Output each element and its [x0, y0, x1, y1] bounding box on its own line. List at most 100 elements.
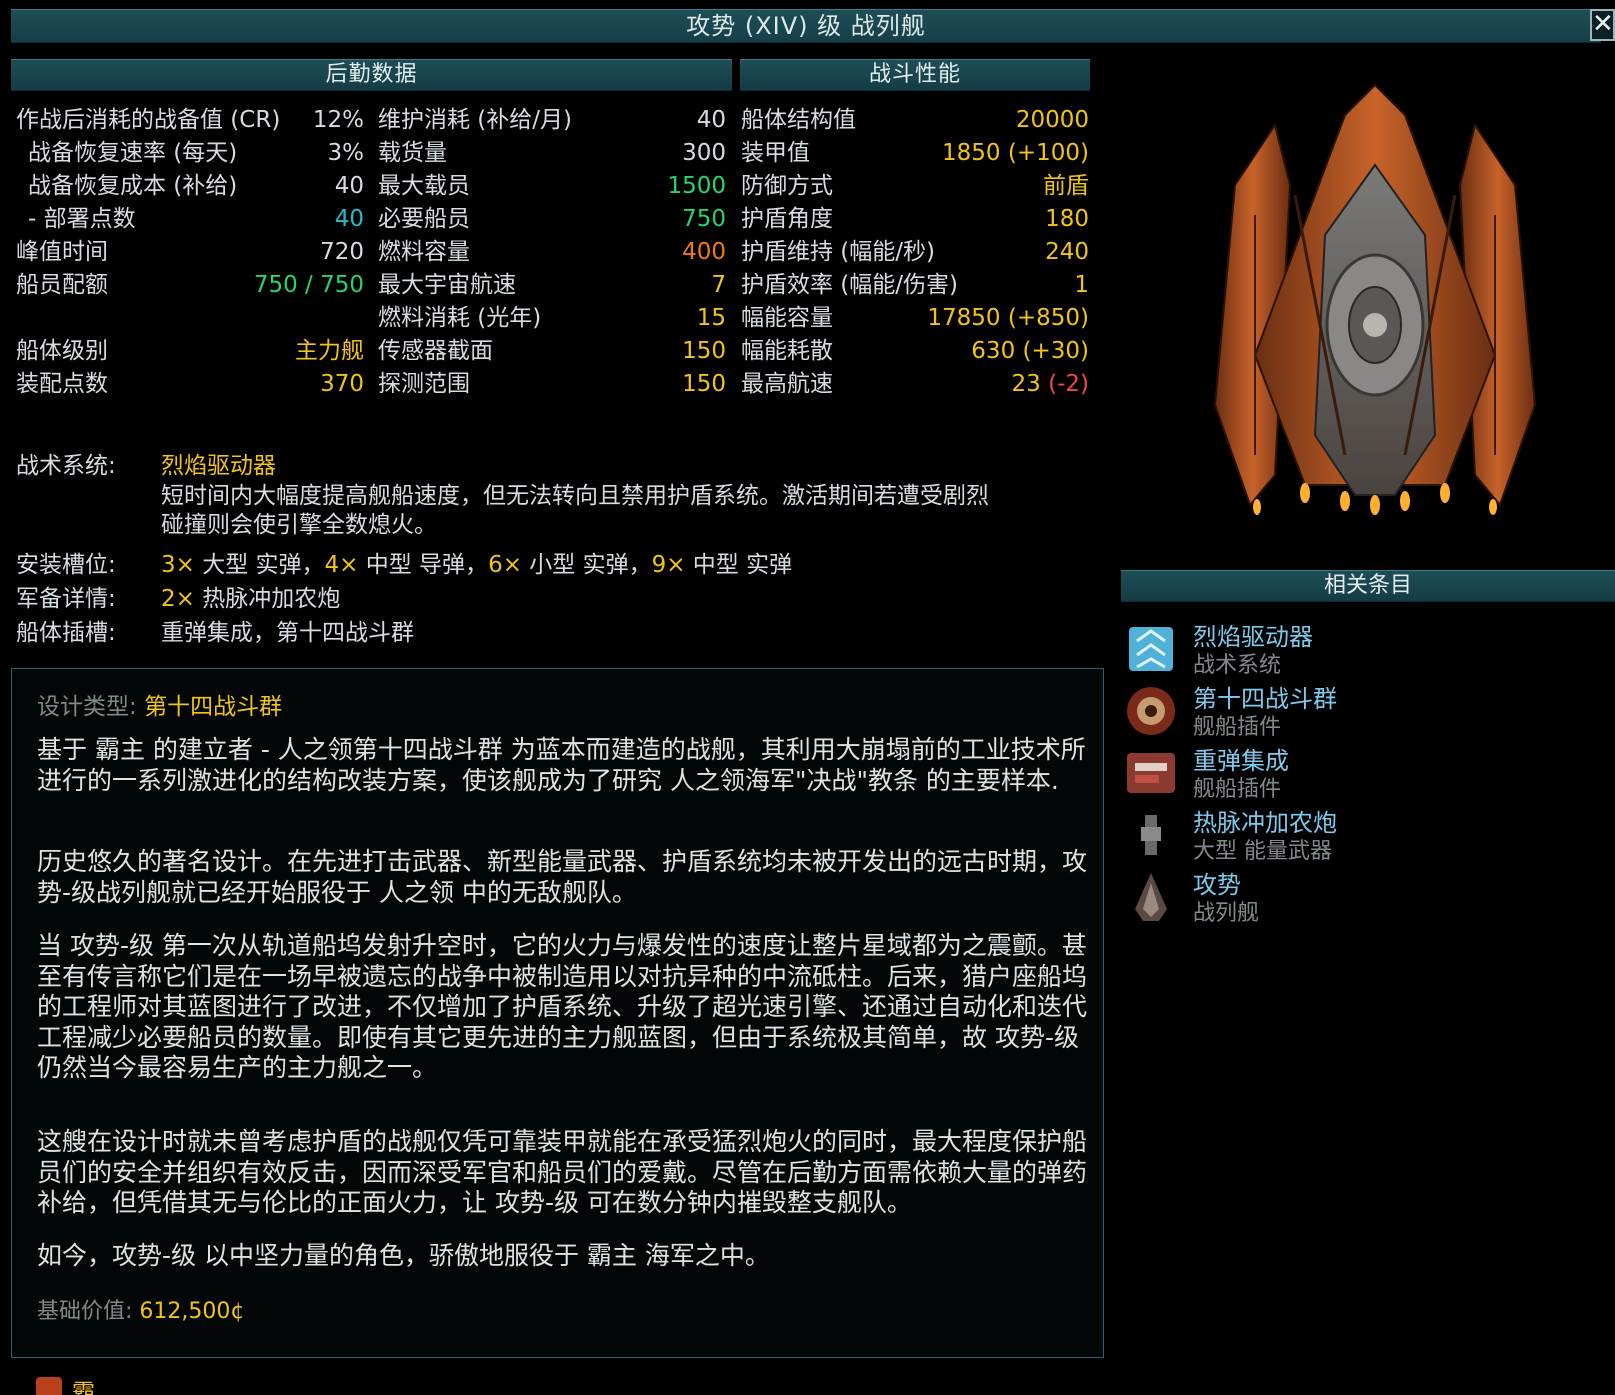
combat-stat-value-modifier: (+100): [1000, 140, 1089, 166]
armament-value: 2× 热脉冲加农炮: [161, 584, 340, 614]
codex-window: 攻势 (XIV) 级 战列舰 ✕ 后勤数据 战斗性能 作战后消耗的战备值 (CR…: [0, 0, 1615, 1395]
faction-name: 霸主: [72, 1380, 95, 1395]
logistics-stat-value-main: 1500: [667, 173, 726, 199]
logistics-stat-row: 传感器截面 150: [378, 335, 726, 368]
armament-count: 2×: [161, 586, 195, 612]
mount-type: 小型 实弹，: [521, 552, 652, 578]
armament-weapon: 热脉冲加农炮: [194, 586, 341, 612]
combat-stat-value: 前盾: [1043, 170, 1089, 203]
logistics-stat-row: 最大宇宙航速 7: [378, 269, 726, 302]
logistics-stat-label: 传感器截面: [378, 338, 493, 364]
mounts-label: 安装槽位:: [16, 552, 116, 578]
logistics-stat-value: 300: [682, 137, 726, 170]
window-title: 攻势 (XIV) 级 战列舰: [11, 9, 1601, 43]
logistics-stat-value-main: 300: [682, 140, 726, 166]
lore-paragraph-3: 当 攻势-级 第一次从轨道船坞发射升空时，它的火力与爆发性的速度让整片星域都为之…: [37, 931, 1088, 1082]
combat-stat-value-main: 1850: [942, 140, 1001, 166]
logistics-stat-value: 750: [682, 203, 726, 236]
related-item[interactable]: 烈焰驱动器 战术系统: [1121, 617, 1601, 678]
logistics-stat-row: 船员配额 750 / 750: [16, 269, 364, 302]
combat-stat-value-modifier: (-2): [1040, 371, 1089, 397]
combat-stat-value-modifier: (+850): [1000, 305, 1089, 331]
hullmods-value: 重弹集成，第十四战斗群: [161, 620, 414, 646]
logistics-stat-label: 船员配额: [16, 272, 108, 298]
logistics-stat-value: 12%: [313, 104, 364, 137]
logistics-stat-label: 作战后消耗的战备值 (CR): [16, 107, 281, 133]
combat-stat-value-main: 1: [1074, 272, 1089, 298]
logistics-stat-row: 船体级别 主力舰: [16, 335, 364, 368]
mounts-row: 安装槽位: 3× 大型 实弹，4× 中型 导弹，6× 小型 实弹，9× 中型 实…: [0, 550, 1100, 582]
lore-paragraph-4: 这艘在设计时就未曾考虑护盾的战舰仅凭可靠装甲就能在承受猛烈炮火的同时，最大程度保…: [37, 1127, 1088, 1217]
hullmods-label: 船体插槽:: [16, 620, 116, 646]
logistics-stat-label: 装配点数: [16, 371, 108, 397]
logistics-stat-value-main: 15: [696, 305, 726, 331]
related-header: 相关条目: [1121, 570, 1615, 602]
logistics-stat-value-main: 12%: [312, 107, 364, 133]
mount-count: 3×: [161, 552, 195, 578]
logistics-stat-value: 720: [320, 236, 364, 269]
combat-stat-value: 17850 (+850): [927, 302, 1089, 335]
related-item-type: 舰船插件: [1193, 777, 1282, 802]
related-item-type: 大型 能量武器: [1193, 839, 1332, 864]
related-item[interactable]: 热脉冲加农炮 大型 能量武器: [1121, 803, 1601, 864]
ship-system-name[interactable]: 烈焰驱动器: [161, 451, 276, 481]
logistics-stat-value: 400: [682, 236, 726, 269]
heavy-weapon-icon: [1123, 807, 1179, 863]
lore-paragraph-1: 基于 霸主 的建立者 - 人之领第十四战斗群 为蓝本而建造的战舰，其利用大崩塌前…: [37, 735, 1086, 795]
logistics-stat-label: 最大载员: [378, 173, 470, 199]
logistics-stat-row: 最大载员 1500: [378, 170, 726, 203]
related-item[interactable]: 重弹集成 舰船插件: [1121, 741, 1601, 802]
combat-stat-value-main: 630: [971, 338, 1016, 364]
logistics-stat-value: 370: [320, 368, 364, 401]
logistics-stat-value: 1500: [667, 170, 726, 203]
ship-system-desc-line-1: 短时间内大幅度提高舰船速度，但无法转向且禁用护盾系统。激活期间若遭受剧烈: [161, 483, 989, 509]
combat-stat-value: 630 (+30): [971, 335, 1089, 368]
logistics-stat-value-main: 主力舰: [295, 338, 364, 364]
combat-stat-label: 护盾角度: [741, 206, 833, 232]
combat-stat-row: 装甲值 1850 (+100): [741, 137, 1089, 170]
combat-stat-row: 护盾角度 180: [741, 203, 1089, 236]
logistics-stat-value-main: 40: [334, 206, 364, 232]
armament-row: 军备详情: 2× 热脉冲加农炮: [0, 584, 1100, 616]
base-value-amount: 612,500¢: [139, 1299, 245, 1324]
logistics-stat-row: 必要船员 750: [378, 203, 726, 236]
close-button[interactable]: ✕: [1590, 9, 1615, 41]
logistics-stat-row: 燃料容量 400: [378, 236, 726, 269]
logistics-stat-row: 峰值时间 720: [16, 236, 364, 269]
ship-system-desc-line-2: 碰撞则会使引擎全数熄火。: [161, 512, 437, 538]
combat-stat-label: 护盾效率 (幅能/伤害): [741, 272, 959, 298]
hegemony-icon: [36, 1377, 62, 1395]
combat-stat-label: 护盾维持 (幅能/秒): [741, 239, 936, 265]
logistics-stat-label: - 部署点数: [28, 206, 136, 232]
combat-stat-row: 船体结构值 20000: [741, 104, 1089, 137]
logistics-stat-value: 40: [335, 170, 364, 203]
logistics-stat-value: 40: [335, 203, 364, 236]
mount-type: 大型 实弹，: [194, 552, 325, 578]
logistics-stat-value-main: 40: [696, 107, 726, 133]
logistics-stat-value: 750 / 750: [254, 269, 364, 302]
combat-stat-row: 幅能容量 17850 (+850): [741, 302, 1089, 335]
mount-type: 中型 导弹，: [358, 552, 489, 578]
combat-stat-row: 护盾维持 (幅能/秒) 240: [741, 236, 1089, 269]
logistics-stat-label: 燃料容量: [378, 239, 470, 265]
logistics-stat-label: 载货量: [378, 140, 447, 166]
related-item-type: 舰船插件: [1193, 715, 1282, 740]
base-value: 基础价值: 612,500¢: [37, 1293, 244, 1325]
logistics-stat-value-main: 150: [682, 338, 726, 364]
combat-stat-value: 1850 (+100): [942, 137, 1089, 170]
logistics-stat-label: 维护消耗 (补给/月): [378, 107, 573, 133]
logistics-stat-label: 最大宇宙航速: [378, 272, 516, 298]
logistics-stat-value-main: 400: [682, 239, 726, 265]
lore-paragraph-2: 历史悠久的著名设计。在先进打击武器、新型能量武器、护盾系统均未被开发出的远古时期…: [37, 847, 1088, 907]
combat-stat-value: 23 (-2): [1012, 368, 1089, 401]
combat-stat-row: 护盾效率 (幅能/伤害) 1: [741, 269, 1089, 302]
lore-paragraph-5: 如今，攻势-级 以中坚力量的角色，骄傲地服役于 霸主 海军之中。: [37, 1241, 770, 1270]
logistics-stat-label: 船体级别: [16, 338, 108, 364]
related-item[interactable]: 攻势 战列舰: [1121, 865, 1601, 926]
logistics-stat-label: 战备恢复成本 (补给): [28, 173, 238, 199]
combat-stat-value-main: 17850: [927, 305, 1001, 331]
related-item[interactable]: 第十四战斗群 舰船插件: [1121, 679, 1601, 740]
ship-system-block: 战术系统: 烈焰驱动器 短时间内大幅度提高舰船速度，但无法转向且禁用护盾系统。激…: [0, 451, 1100, 541]
combat-stat-value-main: 20000: [1015, 107, 1089, 133]
logistics-stat-value: 主力舰: [295, 335, 364, 368]
